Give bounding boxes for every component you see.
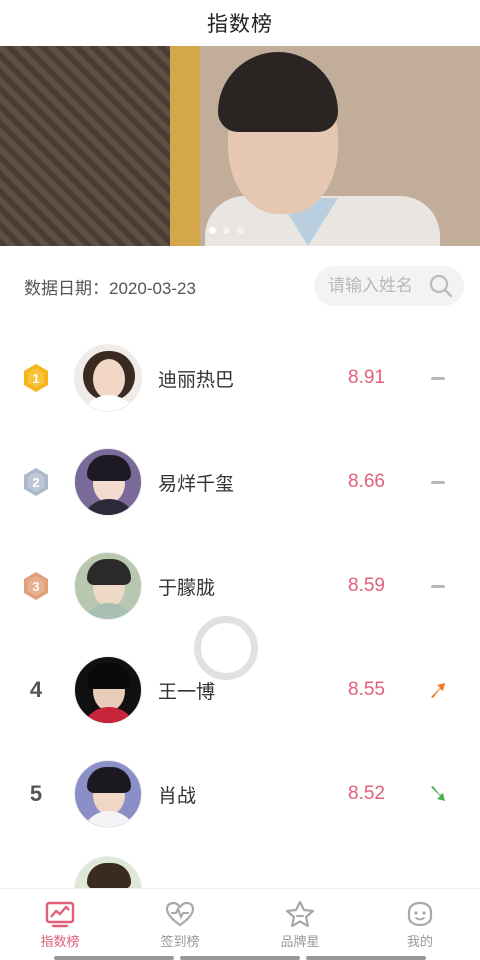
rank-badge: 5: [0, 781, 72, 807]
carousel-dots: [0, 227, 480, 234]
rank-number: 4: [29, 677, 43, 702]
search-input[interactable]: [328, 276, 428, 296]
loading-spinner: [194, 616, 258, 680]
rank-badge: 3: [0, 571, 72, 601]
celebrity-name: 王一博: [158, 681, 216, 703]
banner-image-wall: [0, 46, 170, 246]
avatar[interactable]: [74, 552, 142, 620]
heartbeat-icon: [165, 901, 195, 926]
silver-medal-icon: 2: [24, 468, 48, 496]
star-icon: [285, 900, 315, 927]
trend-indicator: [418, 680, 458, 700]
index-score: 8.52: [348, 783, 385, 804]
search-box[interactable]: [314, 266, 464, 306]
tab-label: 签到榜: [160, 933, 200, 949]
down-arrow-icon: [431, 786, 445, 801]
data-date-label: 数据日期：2020-03-23: [24, 278, 196, 298]
rank-badge: 2: [0, 467, 72, 497]
rank-badge: 4: [0, 677, 72, 703]
ranking-row[interactable]: 2 易烊千玺 8.66: [0, 430, 480, 534]
tab-my-profile[interactable]: 我的: [360, 889, 480, 960]
celebrity-name: 肖战: [158, 785, 197, 807]
flat-trend-icon: [431, 376, 445, 380]
rank-number: 2: [32, 475, 39, 490]
tab-label: 我的: [406, 933, 433, 949]
gold-medal-icon: 1: [24, 364, 48, 392]
ranking-list: 1 迪丽热巴 8.91 2 易烊千玺 8.66 3 于朦胧 8.59 4 王一博…: [0, 326, 480, 906]
up-arrow-icon: [431, 683, 445, 698]
banner-image-frame: [170, 46, 200, 246]
rank-number: 5: [29, 781, 43, 806]
avatar[interactable]: [74, 344, 142, 412]
tab-label: 指数榜: [40, 933, 80, 949]
tab-index-ranking[interactable]: 指数榜: [0, 889, 120, 960]
celebrity-name: 于朦胧: [158, 577, 216, 599]
rank-number: 1: [32, 371, 39, 386]
home-indicator: [180, 956, 300, 960]
bottom-tab-bar: 指数榜 签到榜 品牌星 我的: [0, 888, 480, 960]
flat-trend-icon: [431, 584, 445, 588]
home-indicator: [54, 956, 174, 960]
tab-checkin-ranking[interactable]: 签到榜: [120, 889, 240, 960]
home-indicator: [306, 956, 426, 960]
trend-indicator: [418, 584, 458, 588]
page-title: 指数榜: [207, 13, 273, 36]
index-score: 8.66: [348, 471, 385, 492]
celebrity-name: 易烊千玺: [158, 473, 235, 495]
celebrity-name: 迪丽热巴: [158, 369, 235, 391]
avatar[interactable]: [74, 760, 142, 828]
tab-label: 品牌星: [280, 933, 320, 949]
ranking-row[interactable]: 1 迪丽热巴 8.91: [0, 326, 480, 430]
trend-indicator: [418, 784, 458, 804]
tab-brand-star[interactable]: 品牌星: [240, 889, 360, 960]
filter-bar: 数据日期：2020-03-23: [0, 246, 480, 326]
carousel-dot[interactable]: [236, 227, 244, 234]
search-icon[interactable]: [428, 273, 454, 299]
top-header: 指数榜: [0, 0, 480, 46]
flat-trend-icon: [431, 480, 445, 484]
rank-number: 3: [32, 579, 39, 594]
bronze-medal-icon: 3: [24, 572, 48, 600]
avatar[interactable]: [74, 448, 142, 516]
index-score: 8.59: [348, 575, 385, 596]
index-score: 8.91: [348, 367, 385, 388]
ranking-row[interactable]: 5 肖战 8.52: [0, 742, 480, 846]
banner-carousel[interactable]: [0, 46, 480, 246]
smile-face-icon: [407, 901, 433, 926]
index-score: 8.55: [348, 679, 385, 700]
avatar[interactable]: [74, 656, 142, 724]
rank-badge: 1: [0, 363, 72, 393]
carousel-dot[interactable]: [208, 227, 216, 234]
chart-icon: [45, 901, 75, 927]
carousel-dot[interactable]: [222, 227, 230, 234]
trend-indicator: [418, 376, 458, 380]
trend-indicator: [418, 480, 458, 484]
